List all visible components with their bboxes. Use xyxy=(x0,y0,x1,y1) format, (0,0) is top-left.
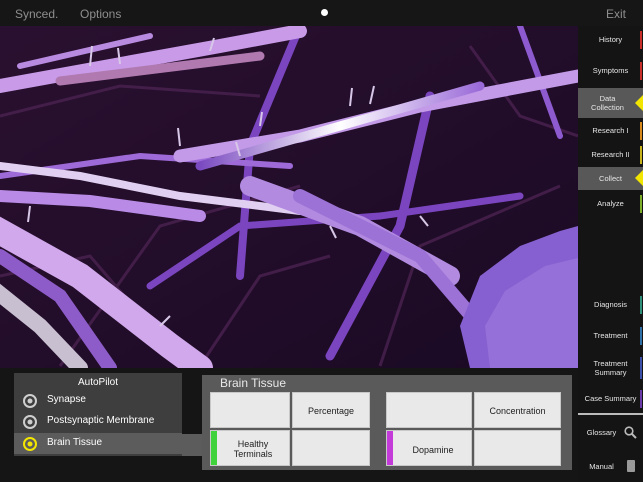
book-icon xyxy=(627,460,635,472)
panel-title: Brain Tissue xyxy=(220,376,287,390)
table1-header-cell: Percentage xyxy=(292,392,370,428)
sidebar-item-treatment-summary[interactable]: Treatment Summary xyxy=(578,357,643,379)
neural-fibers-illustration xyxy=(0,26,578,368)
progress-bar xyxy=(640,327,642,345)
sidebar-item-label: Analyze xyxy=(597,199,624,208)
sidebar-item-label: Treatment xyxy=(593,331,628,340)
sidebar-item-label: Data Collection xyxy=(591,94,624,112)
progress-bar xyxy=(640,146,642,164)
table2-row-label: Dopamine xyxy=(412,445,454,455)
brain-tissue-3d-view[interactable] xyxy=(0,26,578,368)
autopilot-item-synapse[interactable]: Synapse xyxy=(14,390,182,411)
options-button[interactable]: Options xyxy=(80,7,121,21)
sidebar-item-diagnosis[interactable]: Diagnosis xyxy=(578,296,643,314)
table1-row-label: Healthy Terminals xyxy=(233,439,273,459)
progress-bar xyxy=(640,357,642,379)
table2-header-cell: Concentration xyxy=(474,392,561,428)
progress-bar xyxy=(640,62,642,80)
progress-bar xyxy=(640,122,642,140)
sidebar-item-label: History xyxy=(598,35,623,44)
search-icon xyxy=(624,426,637,439)
sidebar-item-label: Diagnosis xyxy=(594,300,627,309)
navigation-sidebar: History Symptoms Data Collection Researc… xyxy=(578,26,643,482)
autopilot-title: AutoPilot xyxy=(77,377,119,388)
sidebar-item-glossary[interactable]: Glossary xyxy=(578,424,643,442)
page-indicator-dot xyxy=(321,9,328,16)
sidebar-item-history[interactable]: History xyxy=(578,31,643,49)
data-panel: Brain Tissue Percentage Healthy Terminal… xyxy=(202,375,572,470)
sidebar-divider xyxy=(578,413,643,415)
autopilot-item-label: Synapse xyxy=(47,394,86,405)
sidebar-item-data-collection[interactable]: Data Collection xyxy=(578,88,643,118)
target-icon xyxy=(23,437,37,451)
autopilot-item-postsynaptic-membrane[interactable]: Postsynaptic Membrane xyxy=(14,411,182,432)
table2-value-cell[interactable] xyxy=(474,430,561,466)
table1-value-cell[interactable] xyxy=(292,430,370,466)
table2-header: Concentration xyxy=(489,406,546,416)
sidebar-item-label: Research II xyxy=(591,150,630,159)
progress-bar xyxy=(640,195,642,213)
table1-corner-cell xyxy=(210,392,290,428)
sync-status[interactable]: Synced. xyxy=(15,7,58,21)
sidebar-item-case-summary[interactable]: Case Summary xyxy=(578,390,643,408)
active-chevron-icon xyxy=(635,170,643,186)
sidebar-item-label: Case Summary xyxy=(584,394,637,403)
top-bar: Synced. Options Exit xyxy=(0,0,643,26)
table2-corner-cell xyxy=(386,392,472,428)
active-chevron-icon xyxy=(635,95,643,111)
autopilot-panel: AutoPilot Synapse Postsynaptic Membrane … xyxy=(14,373,182,456)
sidebar-item-analyze[interactable]: Analyze xyxy=(578,195,643,213)
sidebar-item-label: Treatment Summary xyxy=(593,359,628,377)
progress-bar xyxy=(640,296,642,314)
sidebar-item-symptoms[interactable]: Symptoms xyxy=(578,62,643,80)
progress-bar xyxy=(640,390,642,408)
sidebar-item-label: Research I xyxy=(592,126,629,135)
table2-row-label-cell: Dopamine xyxy=(386,430,472,466)
target-icon xyxy=(23,394,37,408)
table1-header: Percentage xyxy=(307,406,355,416)
sidebar-item-label: Symptoms xyxy=(592,66,629,75)
autopilot-connector xyxy=(182,434,204,456)
exit-button[interactable]: Exit xyxy=(606,7,626,21)
sidebar-item-manual[interactable]: Manual xyxy=(578,458,643,476)
table1-row-label-cell: Healthy Terminals xyxy=(210,430,290,466)
autopilot-item-brain-tissue[interactable]: Brain Tissue xyxy=(14,433,182,454)
target-icon xyxy=(23,415,37,429)
sidebar-item-research-i[interactable]: Research I xyxy=(578,122,643,140)
autopilot-item-label: Brain Tissue xyxy=(47,437,103,448)
progress-bar xyxy=(640,31,642,49)
sidebar-item-treatment[interactable]: Treatment xyxy=(578,327,643,345)
sidebar-item-label: Collect xyxy=(599,174,622,183)
autopilot-item-label: Postsynaptic Membrane xyxy=(47,415,155,426)
sidebar-item-research-ii[interactable]: Research II xyxy=(578,146,643,164)
sidebar-item-collect[interactable]: Collect xyxy=(578,167,643,190)
